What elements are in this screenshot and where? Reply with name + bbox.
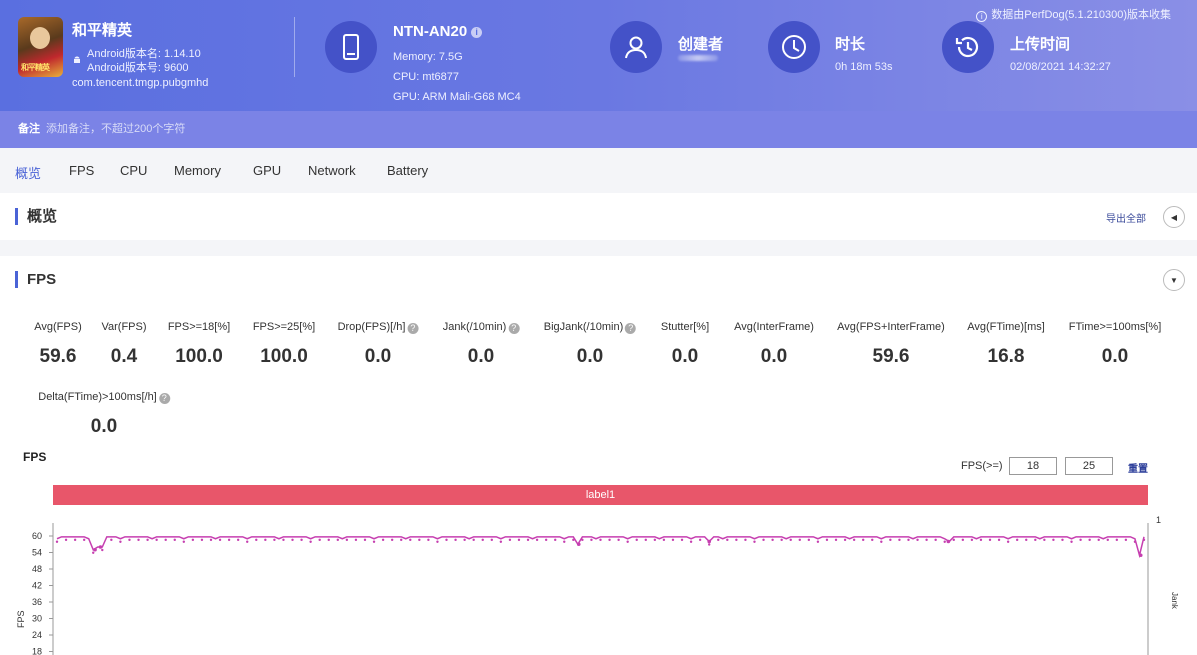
metric-value: 59.6 [39, 346, 77, 367]
upload-time-label: 上传时间 [1010, 36, 1071, 53]
info-icon: i [976, 11, 988, 22]
app-package: com.tencent.tmgp.pubgmhd [72, 77, 209, 89]
overview-title: 概览 [15, 208, 57, 225]
remark-input[interactable]: 添加备注，不超过200个字符 [46, 123, 185, 135]
tab-memory[interactable]: Memory [174, 163, 221, 178]
data-source-note: i 数据由PerfDog(5.1.210300)版本收集 [976, 6, 1171, 22]
tab-overview[interactable]: 概览 [15, 163, 41, 182]
fps-threshold-input-2[interactable] [1065, 457, 1113, 475]
remark-bar[interactable]: 备注 添加备注，不超过200个字符 [0, 111, 1197, 148]
export-all-button[interactable]: 导出全部 [1106, 210, 1146, 225]
label-bar[interactable]: label1 [53, 485, 1148, 505]
fps-threshold-input-1[interactable] [1009, 457, 1057, 475]
metric-label: Stutter[%] [660, 321, 710, 333]
fps-threshold-label: FPS(>=) [961, 460, 1003, 472]
metric-label: FPS>=18[%] [167, 321, 231, 333]
help-icon[interactable]: ? [407, 323, 419, 334]
metric-value: 16.8 [987, 346, 1025, 367]
metric-label: Avg(FPS) [34, 321, 82, 333]
header-divider [294, 17, 295, 77]
collapse-down-icon[interactable]: ▼ [1163, 269, 1185, 291]
tab-bar: 概览 FPS CPU Memory GPU Network Battery [0, 148, 1197, 192]
help-icon[interactable]: ? [508, 323, 520, 334]
fps-section-title: FPS [15, 271, 56, 288]
fps-panel [0, 256, 1197, 655]
metric-value: 0.0 [760, 346, 788, 367]
metric-value: 0.0 [467, 346, 495, 367]
overview-panel: 概览 [0, 193, 1197, 240]
duration-label: 时长 [835, 36, 866, 53]
creator-name-blurred [678, 55, 718, 61]
device-cpu: CPU: mt6877 [393, 71, 460, 83]
tab-fps[interactable]: FPS [69, 163, 94, 178]
metric-label: Avg(InterFrame) [734, 321, 814, 333]
tab-gpu[interactable]: GPU [253, 163, 281, 178]
device-gpu: GPU: ARM Mali-G68 MC4 [393, 91, 521, 103]
history-icon [942, 21, 994, 73]
info-icon[interactable]: i [471, 26, 483, 38]
duration-value: 0h 18m 53s [835, 61, 893, 73]
tab-battery[interactable]: Battery [387, 163, 428, 178]
remark-label: 备注 [18, 123, 40, 135]
metric-value: 0.0 [671, 346, 699, 367]
metric-label: Avg(FTime)[ms] [967, 321, 1045, 333]
metric-label: BigJank(/10min)? [544, 321, 637, 334]
metric-value: 0.0 [1101, 346, 1129, 367]
metric-label: Var(FPS) [101, 321, 147, 333]
report-header: 和平精英 和平精英 Android版本名: 1.14.10 Android版本号… [0, 0, 1197, 111]
metric-value: 59.6 [872, 346, 910, 367]
app-name: 和平精英 [72, 22, 133, 39]
metric-value: 100.0 [175, 346, 223, 367]
device-model: NTN-AN20 i [393, 23, 483, 40]
metric-value: 0.0 [90, 416, 118, 437]
clock-icon [768, 21, 820, 73]
phone-icon [325, 21, 377, 73]
help-icon[interactable]: ? [158, 393, 170, 404]
device-memory: Memory: 7.5G [393, 51, 463, 63]
metric-value: 100.0 [260, 346, 308, 367]
help-icon[interactable]: ? [625, 323, 637, 334]
metric-label: Drop(FPS)[/h]? [338, 321, 419, 334]
app-icon: 和平精英 [18, 17, 63, 77]
metric-value: 0.4 [110, 346, 138, 367]
collapse-left-icon[interactable]: ◀ [1163, 206, 1185, 228]
upload-time-value: 02/08/2021 14:32:27 [1010, 61, 1111, 73]
metric-label: FPS>=25[%] [252, 321, 316, 333]
metric-label: FTime>=100ms[%] [1068, 321, 1162, 333]
metric-label: Avg(FPS+InterFrame) [837, 321, 945, 333]
reset-button[interactable]: 重置 [1128, 460, 1148, 475]
chart-title: FPS [23, 450, 47, 464]
metric-label: Jank(/10min)? [443, 321, 520, 334]
metric-value: 0.0 [364, 346, 392, 367]
android-icon [72, 52, 82, 63]
metric-label: Delta(FTime)>100ms[/h]? [38, 391, 170, 404]
app-version-code: Android版本号: 9600 [87, 62, 189, 74]
creator-label: 创建者 [678, 36, 724, 53]
metric-value: 0.0 [576, 346, 604, 367]
user-icon [610, 21, 662, 73]
tab-cpu[interactable]: CPU [120, 163, 147, 178]
tab-network[interactable]: Network [308, 163, 356, 178]
